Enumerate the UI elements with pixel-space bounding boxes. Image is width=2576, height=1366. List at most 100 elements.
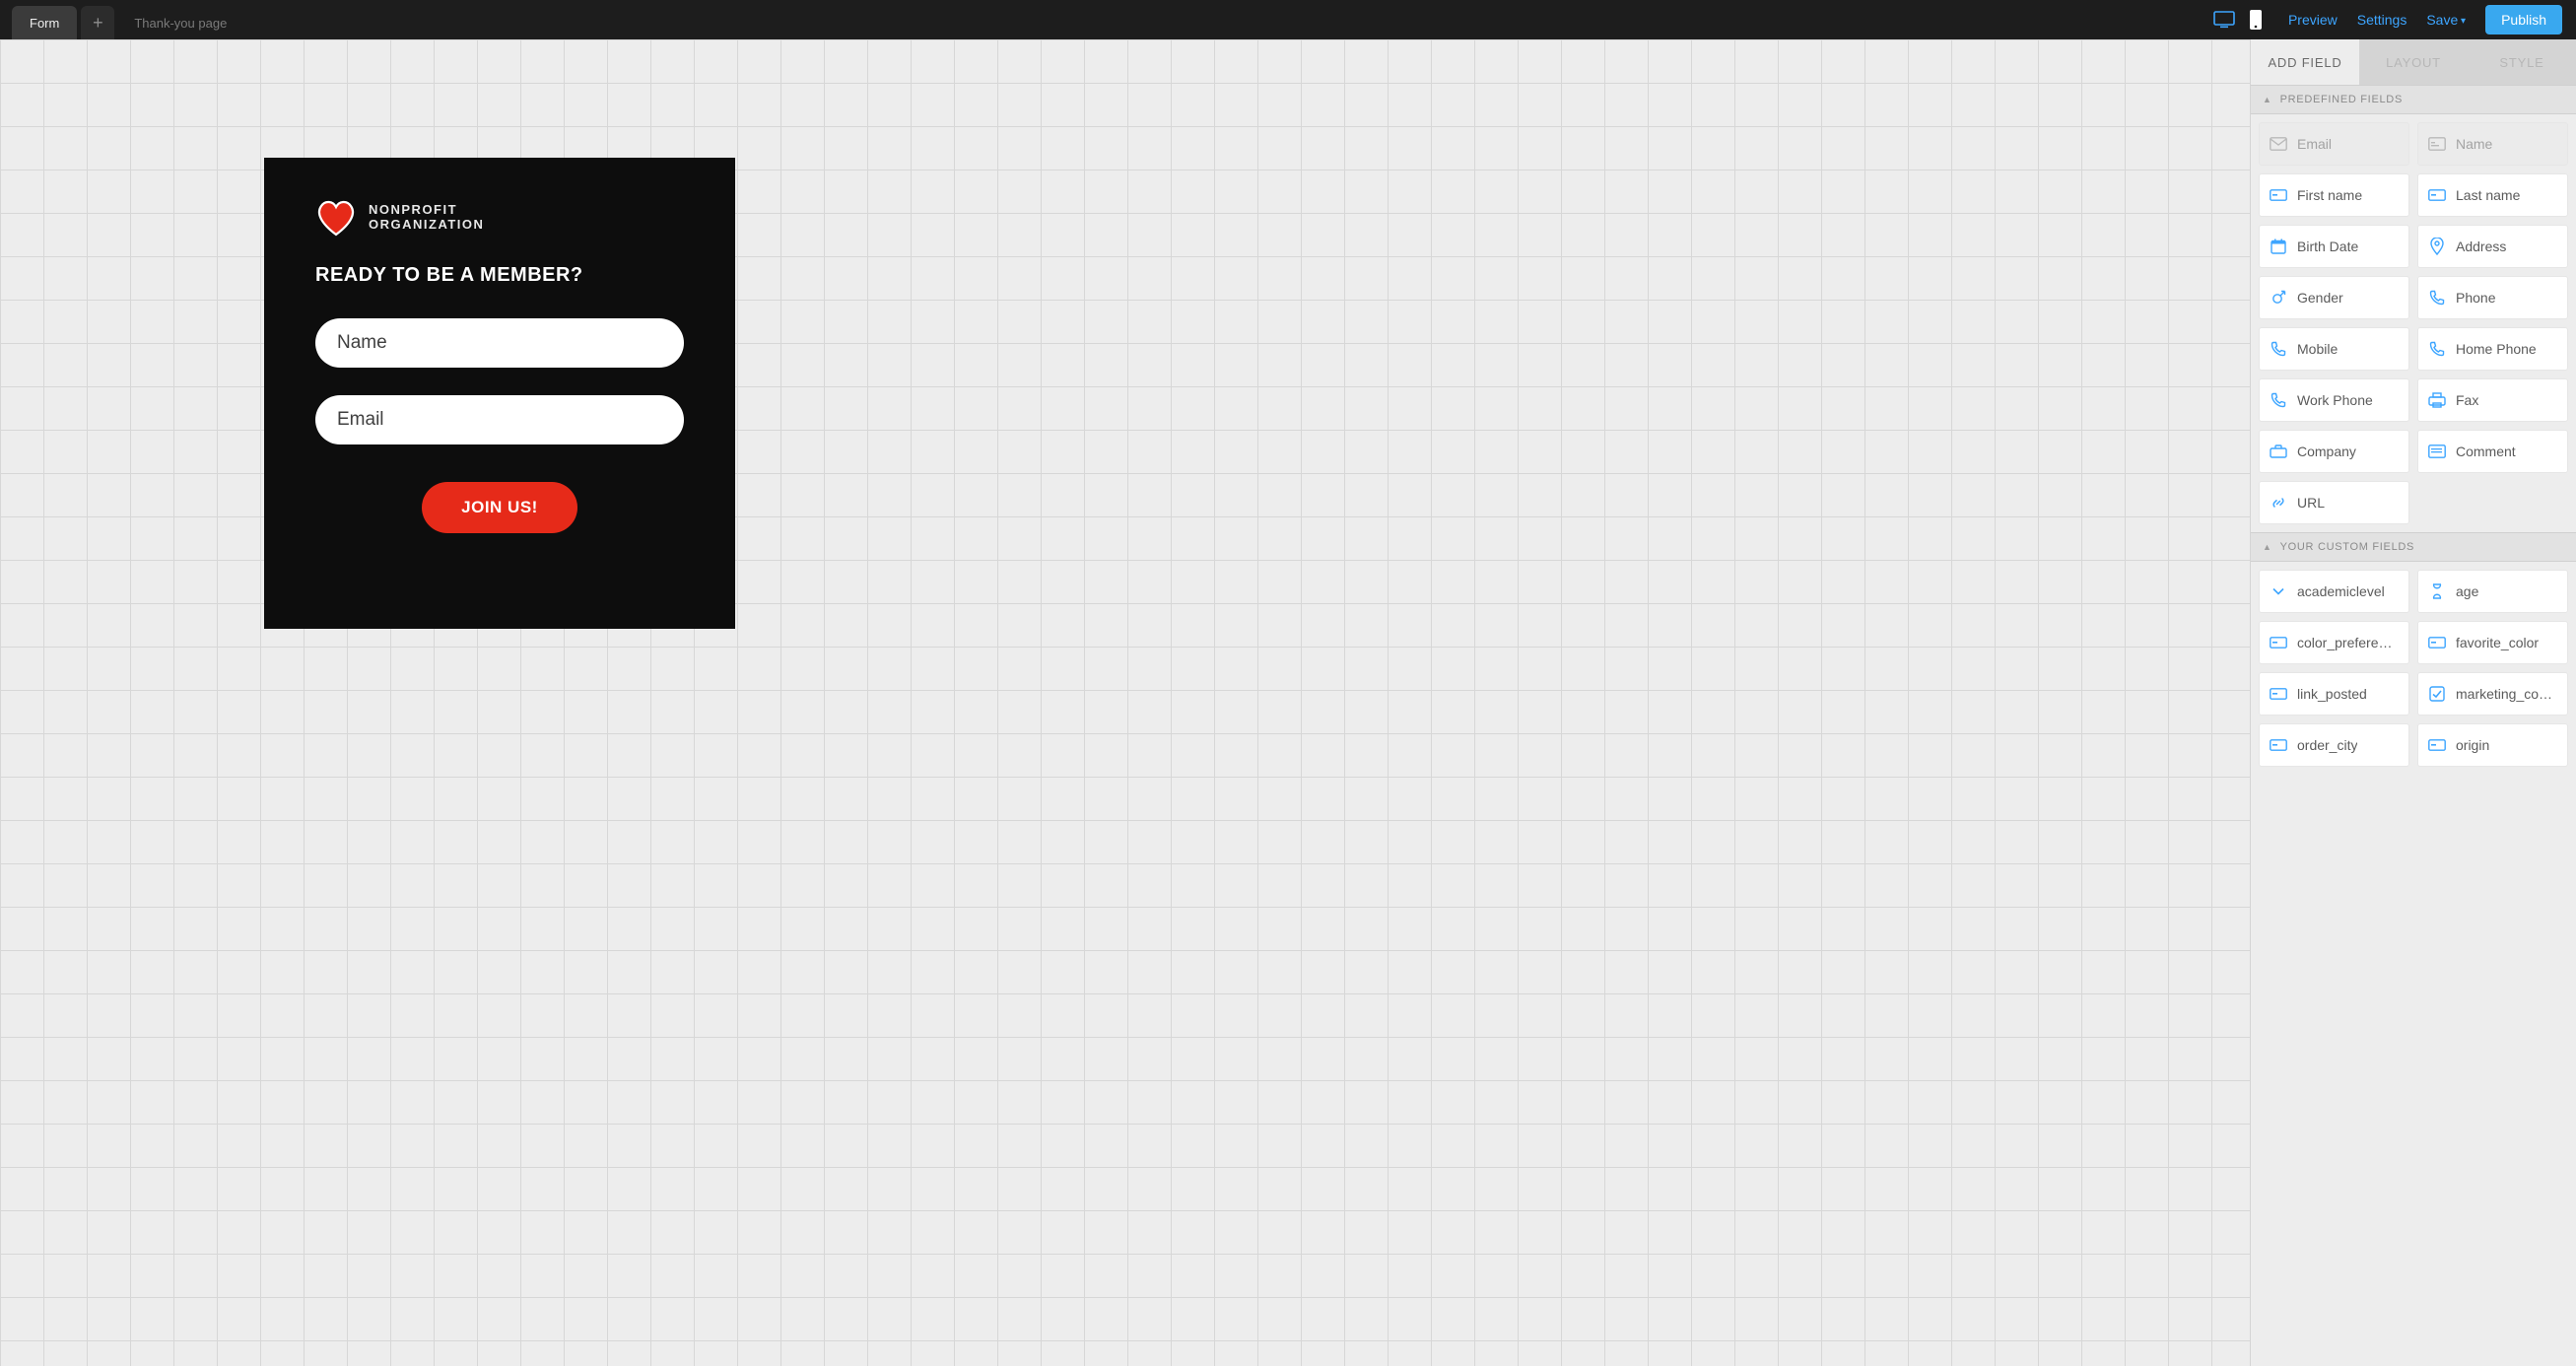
custom-field-grid: academiclevel age color_preference favorite… — [2251, 562, 2576, 775]
mobile-icon[interactable] — [2249, 9, 2263, 31]
heart-icon — [315, 199, 357, 237]
pin-icon — [2428, 238, 2446, 255]
field-chip-label: academiclevel — [2297, 583, 2385, 599]
collapse-icon: ▲ — [2263, 95, 2272, 104]
email-input[interactable] — [315, 395, 684, 444]
field-chip-label: origin — [2456, 737, 2489, 753]
field-chip-last-name[interactable]: Last name — [2417, 173, 2568, 217]
predefined-field-grid: Email Name First name Last name Birth Date Ad… — [2251, 114, 2576, 532]
field-chip-label: color_preference — [2297, 635, 2399, 650]
join-button[interactable]: JOIN US! — [422, 482, 577, 533]
panel-tabs: ADD FIELD LAYOUT STYLE — [2251, 39, 2576, 85]
phone-icon — [2428, 290, 2446, 306]
field-chip-url[interactable]: URL — [2259, 481, 2409, 524]
logo: NONPROFIT ORGANIZATION — [315, 199, 684, 237]
field-chip-label: Name — [2456, 136, 2492, 152]
settings-link[interactable]: Settings — [2357, 12, 2407, 28]
field-chip-work-phone[interactable]: Work Phone — [2259, 378, 2409, 422]
field-chip-label: Birth Date — [2297, 239, 2358, 254]
section-custom-title: YOUR CUSTOM FIELDS — [2280, 541, 2414, 553]
field-chip-phone[interactable]: Phone — [2417, 276, 2568, 319]
field-chip-name: Name — [2417, 122, 2568, 166]
text-icon — [2270, 189, 2287, 201]
field-chip-address[interactable]: Address — [2417, 225, 2568, 268]
section-predefined-header[interactable]: ▲ PREDEFINED FIELDS — [2251, 85, 2576, 114]
text-icon — [2428, 189, 2446, 201]
field-chip-label: First name — [2297, 187, 2362, 203]
field-chip-age[interactable]: age — [2417, 570, 2568, 613]
text-icon — [2270, 739, 2287, 751]
text-icon — [2428, 739, 2446, 751]
phone-icon — [2270, 341, 2287, 357]
form-heading[interactable]: READY TO BE A MEMBER? — [315, 264, 684, 287]
mail-icon — [2270, 137, 2287, 151]
field-chip-label: Mobile — [2297, 341, 2338, 357]
field-chip-company[interactable]: Company — [2259, 430, 2409, 473]
tab-layout[interactable]: LAYOUT — [2359, 39, 2468, 85]
chevron-icon — [2270, 586, 2287, 596]
phone-icon — [2270, 392, 2287, 408]
field-chip-label: Comment — [2456, 444, 2516, 459]
field-chip-comment[interactable]: Comment — [2417, 430, 2568, 473]
tab-form[interactable]: Form — [12, 6, 77, 39]
desktop-icon[interactable] — [2213, 11, 2235, 29]
field-chip-label: Work Phone — [2297, 392, 2373, 408]
field-chip-label: order_city — [2297, 737, 2357, 753]
publish-button[interactable]: Publish — [2485, 5, 2562, 34]
field-chip-label: link_posted — [2297, 686, 2367, 702]
field-chip-origin[interactable]: origin — [2417, 723, 2568, 767]
form-card[interactable]: NONPROFIT ORGANIZATION READY TO BE A MEM… — [264, 158, 735, 629]
fax-icon — [2428, 392, 2446, 408]
field-chip-label: Address — [2456, 239, 2506, 254]
field-chip-order-city[interactable]: order_city — [2259, 723, 2409, 767]
field-chip-gender[interactable]: Gender — [2259, 276, 2409, 319]
add-tab-button[interactable]: + — [81, 6, 114, 39]
tab-thank-you[interactable]: Thank-you page — [122, 6, 238, 39]
link-icon — [2270, 495, 2287, 511]
preview-link[interactable]: Preview — [2288, 12, 2338, 28]
phone-icon — [2428, 341, 2446, 357]
field-chip-birth-date[interactable]: Birth Date — [2259, 225, 2409, 268]
gender-icon — [2270, 290, 2287, 306]
field-chip-label: Home Phone — [2456, 341, 2537, 357]
editor-canvas[interactable]: NONPROFIT ORGANIZATION READY TO BE A MEM… — [0, 39, 2250, 1366]
device-switcher — [2213, 9, 2269, 31]
field-chip-label: Fax — [2456, 392, 2478, 408]
field-chip-email: Email — [2259, 122, 2409, 166]
text-icon — [2270, 637, 2287, 649]
comment-icon — [2428, 444, 2446, 458]
field-chip-color-preference[interactable]: color_preference — [2259, 621, 2409, 664]
text-icon — [2428, 637, 2446, 649]
section-predefined-title: PREDEFINED FIELDS — [2280, 94, 2403, 105]
field-chip-favorite-color[interactable]: favorite_color — [2417, 621, 2568, 664]
company-icon — [2270, 444, 2287, 458]
collapse-icon: ▲ — [2263, 542, 2272, 552]
top-bar-actions: Preview Settings Save Publish — [2213, 0, 2576, 39]
field-chip-home-phone[interactable]: Home Phone — [2417, 327, 2568, 371]
field-chip-fax[interactable]: Fax — [2417, 378, 2568, 422]
tab-style[interactable]: STYLE — [2468, 39, 2576, 85]
field-chip-mobile[interactable]: Mobile — [2259, 327, 2409, 371]
field-chip-label: Email — [2297, 136, 2332, 152]
field-chip-label: age — [2456, 583, 2478, 599]
panel-body: ▲ PREDEFINED FIELDS Email Name First name L… — [2251, 85, 2576, 1366]
section-custom-header[interactable]: ▲ YOUR CUSTOM FIELDS — [2251, 532, 2576, 562]
field-chip-academiclevel[interactable]: academiclevel — [2259, 570, 2409, 613]
field-chip-first-name[interactable]: First name — [2259, 173, 2409, 217]
side-panel: ADD FIELD LAYOUT STYLE ▲ PREDEFINED FIEL… — [2250, 39, 2576, 1366]
top-bar: Form + Thank-you page Preview Settings S… — [0, 0, 2576, 39]
field-chip-label: Last name — [2456, 187, 2520, 203]
hourglass-icon — [2428, 583, 2446, 599]
field-chip-label: Company — [2297, 444, 2356, 459]
field-chip-marketing-consent[interactable]: marketing_consent — [2417, 672, 2568, 716]
field-chip-label: Gender — [2297, 290, 2343, 306]
save-dropdown[interactable]: Save — [2426, 12, 2466, 28]
calendar-icon — [2270, 239, 2287, 254]
id-icon — [2428, 137, 2446, 151]
name-input[interactable] — [315, 318, 684, 368]
field-chip-link-posted[interactable]: link_posted — [2259, 672, 2409, 716]
tab-add-field[interactable]: ADD FIELD — [2251, 39, 2359, 85]
field-chip-label: URL — [2297, 495, 2325, 511]
check-icon — [2428, 686, 2446, 702]
logo-text: NONPROFIT ORGANIZATION — [369, 203, 484, 233]
